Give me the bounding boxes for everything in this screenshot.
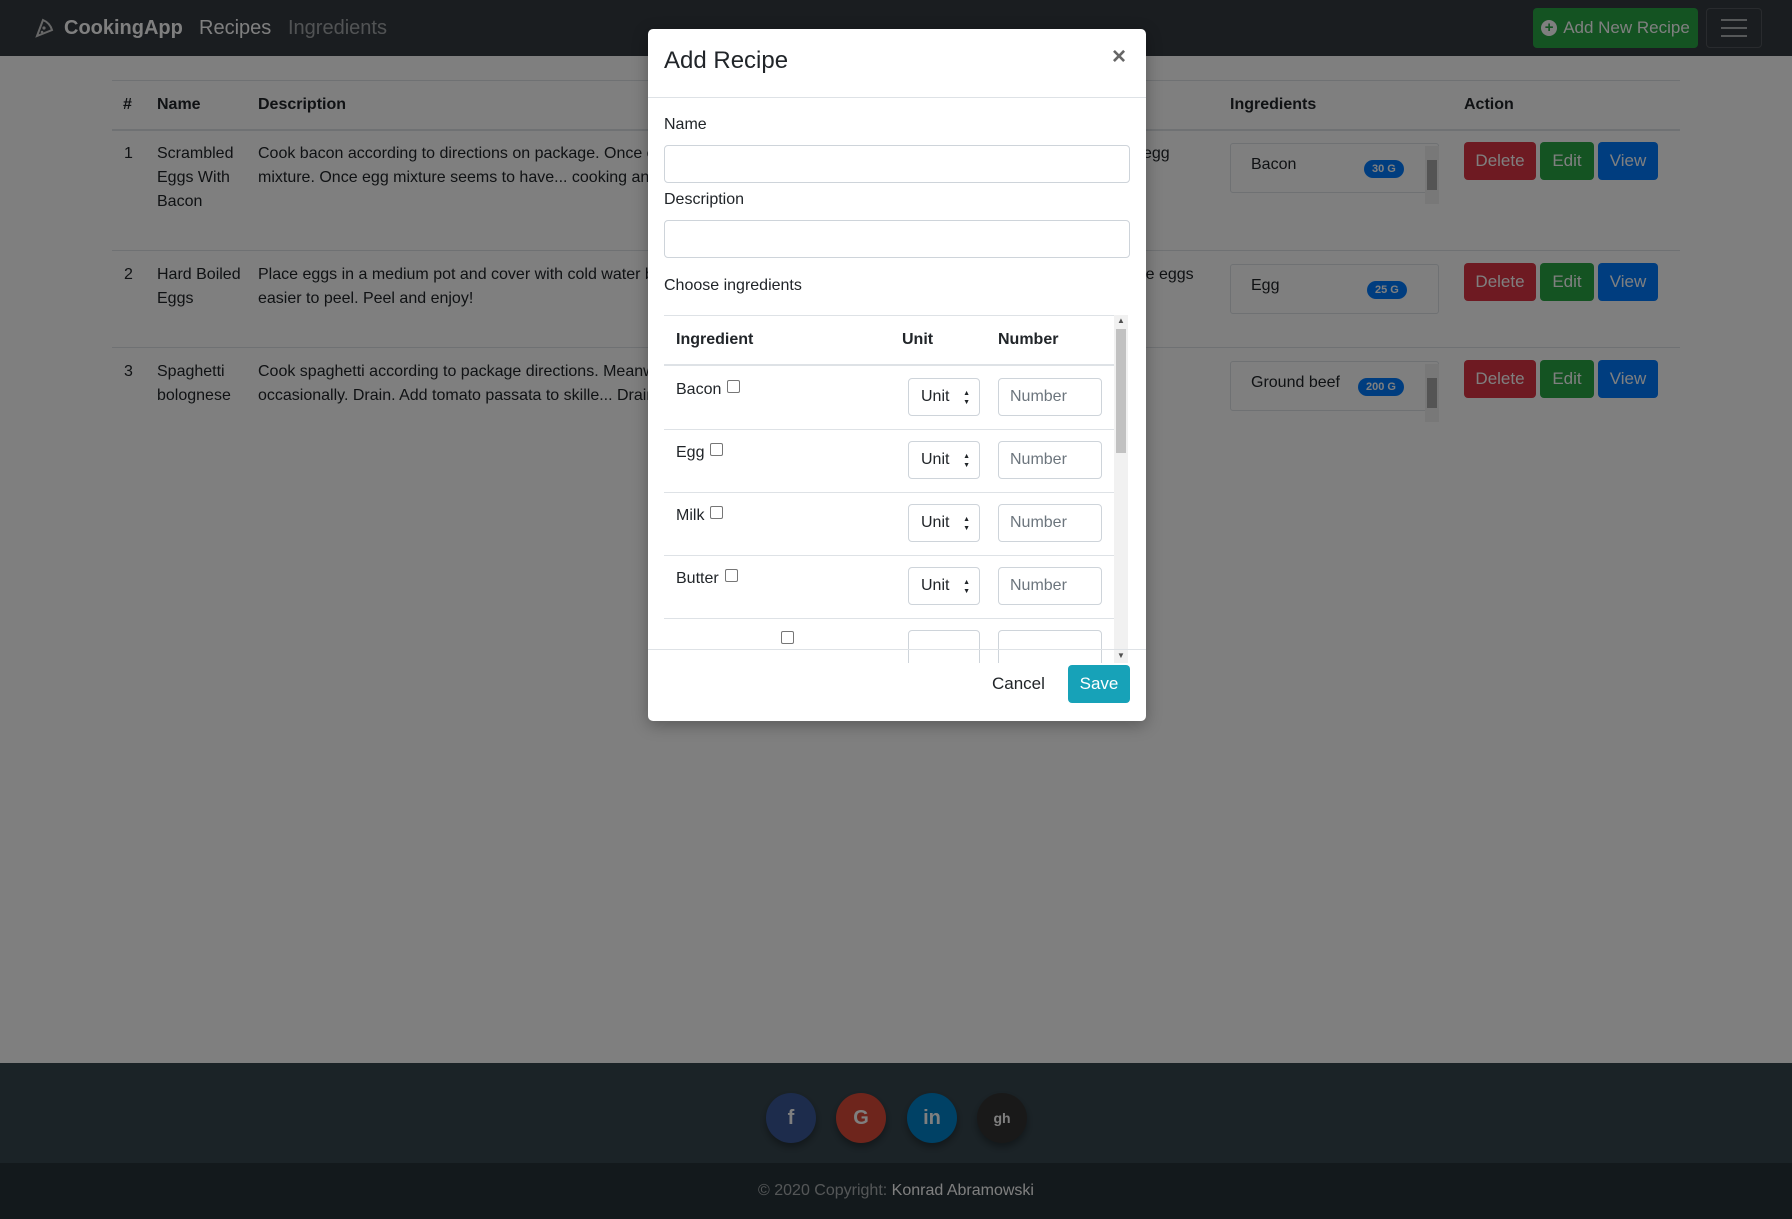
close-icon[interactable]: × [1112,43,1126,71]
name-label: Name [664,116,707,133]
name-input[interactable] [664,145,1130,183]
select-caret-icon: ▲ ▼ [963,579,970,595]
number-input[interactable] [998,630,1102,663]
scroll-up-icon[interactable]: ▲ [1117,316,1125,325]
number-input[interactable]: Number [998,441,1102,479]
scroll-down-icon[interactable]: ▼ [1117,651,1125,660]
select-caret-icon: ▲ ▼ [963,453,970,469]
ingredients-table: Ingredient Unit Number Bacon Unit ▲ ▼ Numb… [664,315,1130,663]
scroll-thumb[interactable] [1116,329,1126,453]
choose-ingredients-label: Choose ingredients [664,277,802,294]
ingredient-name: Milk [676,507,705,524]
ingredient-name: Bacon [676,381,722,398]
save-button[interactable]: Save [1068,665,1130,703]
unit-select[interactable]: Unit ▲ ▼ [908,567,980,605]
col-unit-header: Unit [902,331,934,348]
ingredient-checkbox[interactable] [727,380,741,393]
ingredient-checkbox[interactable] [710,506,724,519]
ingredient-name: Butter [676,570,719,587]
select-caret-icon: ▲ ▼ [963,516,970,532]
col-number-header: Number [998,331,1059,348]
modal-header-divider [648,97,1146,98]
unit-select[interactable]: Unit ▲ ▼ [908,504,980,542]
number-input[interactable]: Number [998,504,1102,542]
number-input[interactable]: Number [998,378,1102,416]
modal-title: Add Recipe [664,47,789,74]
cancel-button[interactable]: Cancel [980,665,1057,703]
description-label: Description [664,191,745,208]
ingredient-checkbox[interactable] [710,443,724,456]
unit-select[interactable] [908,630,980,663]
ingredient-checkbox[interactable] [781,631,794,644]
description-input[interactable] [664,220,1130,258]
number-input[interactable]: Number [998,567,1102,605]
ingredient-checkbox[interactable] [724,569,738,582]
ingredients-scrollbar[interactable]: ▲ ▼ [1114,315,1128,663]
select-caret-icon: ▲ ▼ [963,390,970,406]
modal-footer-divider [648,649,1146,650]
col-ingredient-header: Ingredient [676,331,754,348]
ingredient-name: Egg [676,444,705,461]
add-recipe-modal: Add Recipe × Name Description Choose ing… [648,29,1146,721]
unit-select[interactable]: Unit ▲ ▼ [908,378,980,416]
unit-select[interactable]: Unit ▲ ▼ [908,441,980,479]
